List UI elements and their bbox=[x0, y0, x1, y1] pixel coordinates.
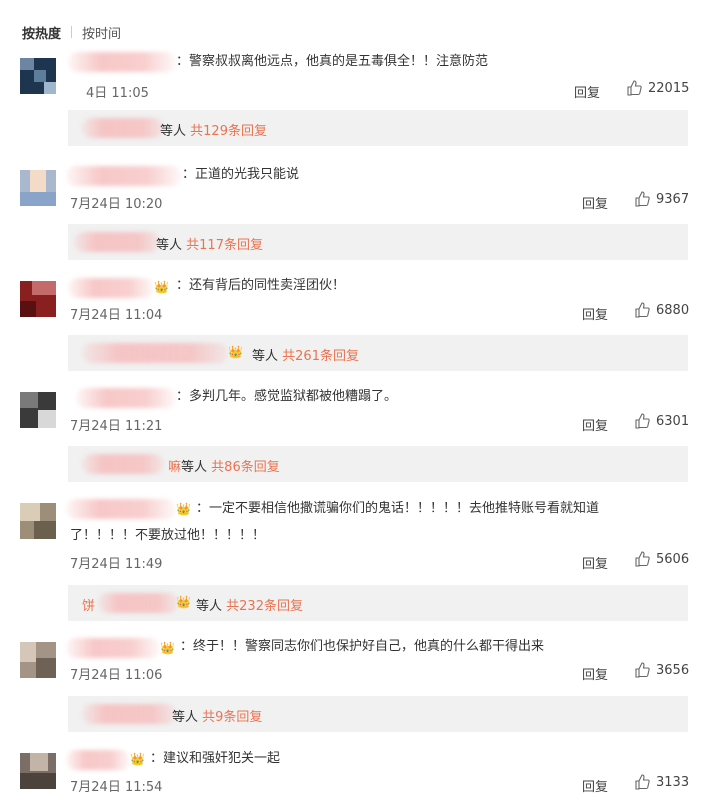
username-blurred[interactable] bbox=[66, 499, 176, 519]
thumbs-up-icon bbox=[635, 191, 650, 207]
thumbs-up-icon bbox=[635, 413, 650, 429]
sub-reply-users-blurred[interactable] bbox=[82, 343, 228, 363]
crown-badge-icon: 👑 bbox=[176, 595, 191, 609]
sort-by-hot-tab[interactable]: 按热度 bbox=[22, 23, 61, 42]
like-button[interactable]: 6880 bbox=[634, 302, 689, 318]
others-label: 等人 bbox=[181, 460, 208, 475]
sort-divider bbox=[71, 26, 73, 38]
comment-text: ：终于！！警察同志你们也保护好自己，他真的什么都干得出来 bbox=[180, 639, 545, 654]
avatar[interactable] bbox=[20, 753, 56, 789]
thumbs-up-icon bbox=[627, 80, 642, 96]
thumbs-up-icon bbox=[635, 551, 650, 567]
like-count: 3656 bbox=[656, 662, 690, 678]
like-button[interactable]: 22015 bbox=[626, 80, 689, 96]
comment-text: ：一定不要相信他撒谎骗你们的鬼话！！！！！去他推特账号看就知道 bbox=[196, 501, 600, 516]
crown-badge-icon: 👑 bbox=[176, 502, 191, 516]
sub-reply-users-blurred[interactable] bbox=[82, 704, 176, 724]
reply-button[interactable]: 回复 bbox=[582, 193, 608, 212]
sub-replies-box: 嘛等人 共86条回复 bbox=[68, 446, 688, 482]
crown-badge-icon: 👑 bbox=[130, 752, 145, 766]
others-label: 等人 bbox=[252, 349, 279, 364]
sub-reply-users-blurred[interactable] bbox=[98, 593, 178, 613]
sub-replies-box: 等人 共129条回复 bbox=[68, 110, 688, 146]
reply-button[interactable]: 回复 bbox=[582, 415, 608, 434]
like-button[interactable]: 9367 bbox=[634, 191, 689, 207]
comment-time: 7月24日 11:06 bbox=[70, 668, 163, 683]
comment-text: ：建议和强奸犯关一起 bbox=[150, 751, 281, 766]
sub-reply-count-link[interactable]: 共9条回复 bbox=[202, 710, 262, 725]
comment-text: ：多判几年。感觉监狱都被他糟蹋了。 bbox=[176, 389, 398, 404]
sub-reply-count-link[interactable]: 共261条回复 bbox=[282, 349, 359, 364]
sub-reply-count-link[interactable]: 共117条回复 bbox=[186, 238, 263, 253]
thumbs-up-icon bbox=[635, 774, 650, 790]
like-count: 3133 bbox=[656, 774, 690, 790]
avatar[interactable] bbox=[20, 392, 56, 428]
comment-text: ：警察叔叔离他远点，他真的是五毒俱全！！注意防范 bbox=[176, 54, 489, 69]
like-button[interactable]: 3133 bbox=[634, 774, 689, 790]
comment-text: ：正道的光我只能说 bbox=[182, 167, 300, 182]
avatar[interactable] bbox=[20, 58, 56, 94]
reply-button[interactable]: 回复 bbox=[574, 82, 600, 101]
avatar[interactable] bbox=[20, 170, 56, 206]
username-blurred[interactable] bbox=[66, 166, 182, 186]
sub-reply-prefix: 饼 bbox=[82, 599, 96, 614]
reply-button[interactable]: 回复 bbox=[582, 304, 608, 323]
like-count: 6301 bbox=[656, 413, 690, 429]
comment-time: 4日 11:05 bbox=[86, 86, 149, 101]
username-blurred[interactable] bbox=[76, 388, 176, 408]
sort-by-time-tab[interactable]: 按时间 bbox=[82, 23, 121, 42]
sub-replies-box: 等人 共9条回复 bbox=[68, 696, 688, 732]
sub-reply-users-blurred[interactable] bbox=[74, 232, 160, 252]
like-count: 5606 bbox=[656, 551, 690, 567]
sub-replies-box: 👑 等人 共261条回复 bbox=[68, 335, 688, 371]
others-label: 等人 bbox=[156, 238, 183, 253]
sub-reply-users-blurred[interactable] bbox=[82, 118, 164, 138]
reply-button[interactable]: 回复 bbox=[582, 776, 608, 795]
like-count: 6880 bbox=[656, 302, 690, 318]
comment-time: 7月24日 11:21 bbox=[70, 419, 163, 434]
comment-time: 7月24日 11:49 bbox=[70, 557, 163, 572]
others-label: 等人 bbox=[160, 124, 187, 139]
sub-replies-box: 等人 共117条回复 bbox=[68, 224, 688, 260]
username-blurred[interactable] bbox=[66, 638, 160, 658]
username-blurred[interactable] bbox=[68, 52, 176, 72]
crown-badge-icon: 👑 bbox=[154, 280, 169, 294]
reply-button[interactable]: 回复 bbox=[582, 553, 608, 572]
crown-badge-icon: 👑 bbox=[228, 345, 243, 359]
sub-replies-box: 饼 👑 等人 共232条回复 bbox=[68, 585, 688, 621]
sub-reply-count-link[interactable]: 共232条回复 bbox=[226, 599, 303, 614]
comment-time: 7月24日 10:20 bbox=[70, 197, 163, 212]
thumbs-up-icon bbox=[635, 302, 650, 318]
comment-time: 7月24日 11:54 bbox=[70, 780, 163, 795]
comment-text: ：还有背后的同性卖淫团伙！ bbox=[176, 278, 346, 293]
sort-bar: 按热度 按时间 bbox=[22, 22, 121, 42]
thumbs-up-icon bbox=[635, 662, 650, 678]
avatar[interactable] bbox=[20, 642, 56, 678]
sub-reply-count-link[interactable]: 共86条回复 bbox=[211, 460, 280, 475]
like-count: 22015 bbox=[648, 80, 690, 96]
crown-badge-icon: 👑 bbox=[160, 641, 175, 655]
others-label: 等人 bbox=[196, 599, 223, 614]
comment-time: 7月24日 11:04 bbox=[70, 308, 163, 323]
avatar[interactable] bbox=[20, 503, 56, 539]
like-button[interactable]: 3656 bbox=[634, 662, 689, 678]
like-button[interactable]: 5606 bbox=[634, 551, 689, 567]
like-count: 9367 bbox=[656, 191, 690, 207]
avatar[interactable] bbox=[20, 281, 56, 317]
comment-text-line2: 了！！！！不要放过他！！！！！ bbox=[70, 528, 266, 543]
sub-reply-count-link[interactable]: 共129条回复 bbox=[190, 124, 267, 139]
reply-button[interactable]: 回复 bbox=[582, 664, 608, 683]
sub-reply-users-blurred[interactable] bbox=[82, 454, 164, 474]
like-button[interactable]: 6301 bbox=[634, 413, 689, 429]
others-label: 等人 bbox=[172, 710, 199, 725]
sub-reply-prefix: 嘛 bbox=[168, 460, 182, 475]
username-blurred[interactable] bbox=[68, 278, 154, 298]
username-blurred[interactable] bbox=[66, 750, 130, 770]
